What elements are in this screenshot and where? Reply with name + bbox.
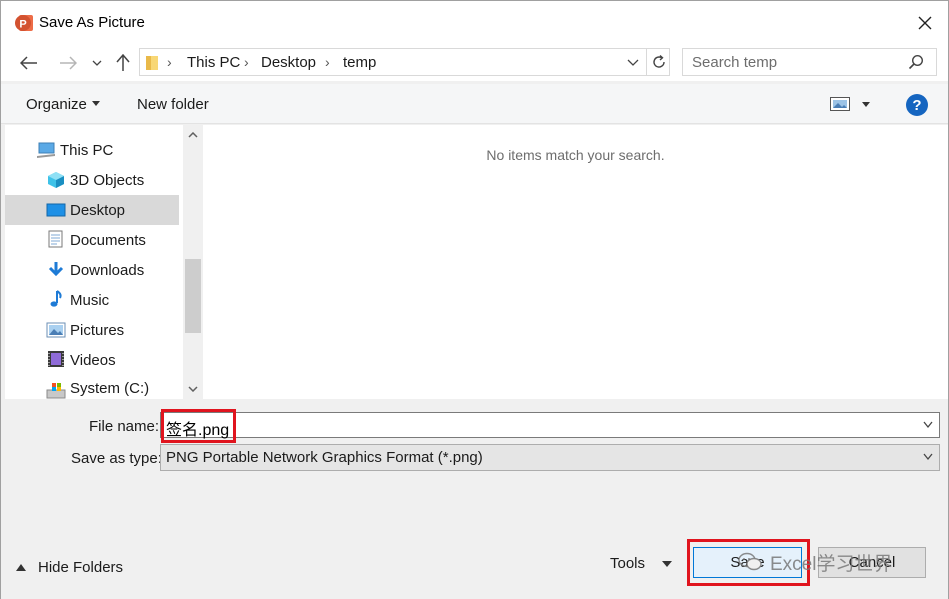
save-button[interactable]: Save (693, 547, 802, 578)
empty-message: No items match your search. (486, 147, 665, 163)
file-name-label: File name: (89, 418, 160, 435)
computer-icon (37, 142, 55, 158)
tools-button[interactable]: Tools (610, 555, 645, 572)
cancel-button[interactable]: Cancel (818, 547, 926, 578)
search-icon (908, 54, 924, 70)
breadcrumb-this-pc[interactable]: This PC (187, 54, 240, 71)
svg-text:P: P (19, 19, 26, 31)
forward-button[interactable] (56, 52, 80, 74)
document-icon (48, 230, 63, 248)
sidebar-item-pictures[interactable]: Pictures (5, 315, 179, 345)
new-folder-button[interactable]: New folder (137, 96, 209, 113)
chevron-up-icon (188, 132, 198, 138)
download-icon (48, 262, 64, 277)
sidebar-item-label: Videos (70, 351, 116, 369)
tools-caret-icon[interactable] (662, 561, 672, 567)
sidebar-item-label: 3D Objects (70, 171, 145, 189)
up-arrow-icon (116, 54, 130, 71)
chevron-down-icon (92, 60, 102, 66)
dialog-title: Save As Picture (39, 14, 145, 31)
breadcrumb-separator: › (244, 54, 249, 70)
navigation-bar: › This PC › Desktop › temp Search temp (1, 45, 948, 81)
sidebar-item-system-c[interactable]: System (C:) (5, 375, 179, 399)
scroll-down-button[interactable] (183, 379, 203, 399)
help-button[interactable]: ? (906, 94, 928, 116)
sidebar-item-3d-objects[interactable]: 3D Objects (5, 165, 179, 195)
chevron-down-icon (188, 386, 198, 392)
caret-down-icon (91, 100, 100, 106)
powerpoint-icon: P (15, 15, 33, 31)
breadcrumb-temp[interactable]: temp (343, 54, 376, 71)
navigation-pane: This PC 3D Objects Desktop Documents Dow… (5, 125, 203, 399)
save-options-panel: File name: 签名.png Save as type: PNG Port… (1, 399, 948, 599)
sidebar-item-documents[interactable]: Documents (5, 225, 179, 255)
back-button[interactable] (17, 52, 41, 74)
sidebar-item-label: Music (70, 291, 110, 309)
film-icon (48, 351, 64, 367)
up-button[interactable] (112, 52, 134, 74)
scroll-thumb[interactable] (185, 259, 201, 333)
sidebar-item-desktop[interactable]: Desktop (5, 195, 179, 225)
address-dropdown-button[interactable] (624, 53, 642, 71)
scroll-up-button[interactable] (183, 125, 203, 145)
chevron-down-icon[interactable] (923, 421, 933, 429)
3d-cube-icon (48, 172, 64, 188)
sidebar-item-label: System (C:) (70, 380, 150, 397)
hide-folders-button[interactable]: Hide Folders (16, 559, 123, 576)
breadcrumb-separator: › (167, 54, 172, 70)
sidebar-item-this-pc[interactable]: This PC (5, 135, 179, 165)
search-input[interactable]: Search temp (692, 54, 777, 71)
refresh-button[interactable] (646, 49, 670, 75)
breadcrumb-separator: › (325, 54, 330, 70)
search-box[interactable]: Search temp (682, 48, 937, 76)
drive-icon (46, 383, 66, 399)
refresh-icon (652, 54, 665, 68)
save-as-type-select[interactable]: PNG Portable Network Graphics Format (*.… (160, 444, 940, 471)
back-arrow-icon (20, 56, 37, 70)
folder-icon (146, 56, 158, 70)
sidebar-item-downloads[interactable]: Downloads (5, 255, 179, 285)
organize-label: Organize (26, 96, 87, 113)
chevron-down-icon (627, 59, 639, 66)
sidebar-item-videos[interactable]: Videos (5, 345, 179, 375)
sidebar-item-label: Pictures (70, 321, 125, 339)
hide-folders-label: Hide Folders (38, 559, 124, 576)
title-bar: P Save As Picture (1, 1, 948, 45)
save-as-type-value: PNG Portable Network Graphics Format (*.… (166, 449, 483, 466)
sidebar-item-music[interactable]: Music (5, 285, 179, 315)
close-icon (918, 16, 932, 30)
file-name-field[interactable]: 签名.png (160, 409, 940, 443)
save-as-dialog: P Save As Picture › This PC › Desktop › … (0, 0, 949, 599)
sidebar-item-label: Downloads (70, 261, 145, 279)
save-as-type-label: Save as type: (71, 450, 162, 467)
sidebar-item-label: Documents (70, 231, 146, 249)
pictures-icon (46, 322, 66, 338)
caret-up-icon (16, 564, 26, 571)
navigation-scrollbar[interactable] (183, 125, 203, 399)
music-note-icon (50, 290, 62, 307)
picture-view-icon[interactable] (830, 97, 850, 111)
forward-arrow-icon (60, 56, 77, 70)
chevron-down-icon (923, 453, 933, 461)
sidebar-item-label: Desktop (70, 201, 126, 219)
recent-locations-button[interactable] (89, 52, 105, 74)
breadcrumb-desktop[interactable]: Desktop (261, 54, 316, 71)
view-options-caret-icon[interactable] (862, 102, 870, 107)
close-button[interactable] (902, 1, 948, 45)
file-list-pane[interactable]: No items match your search. (203, 125, 948, 399)
address-bar[interactable]: › This PC › Desktop › temp (139, 48, 670, 76)
organize-button[interactable]: Organize (26, 96, 100, 113)
command-bar: Organize New folder ? (1, 84, 948, 124)
desktop-icon (46, 203, 66, 217)
file-name-highlight (161, 409, 236, 443)
sidebar-item-label: This PC (60, 141, 114, 159)
